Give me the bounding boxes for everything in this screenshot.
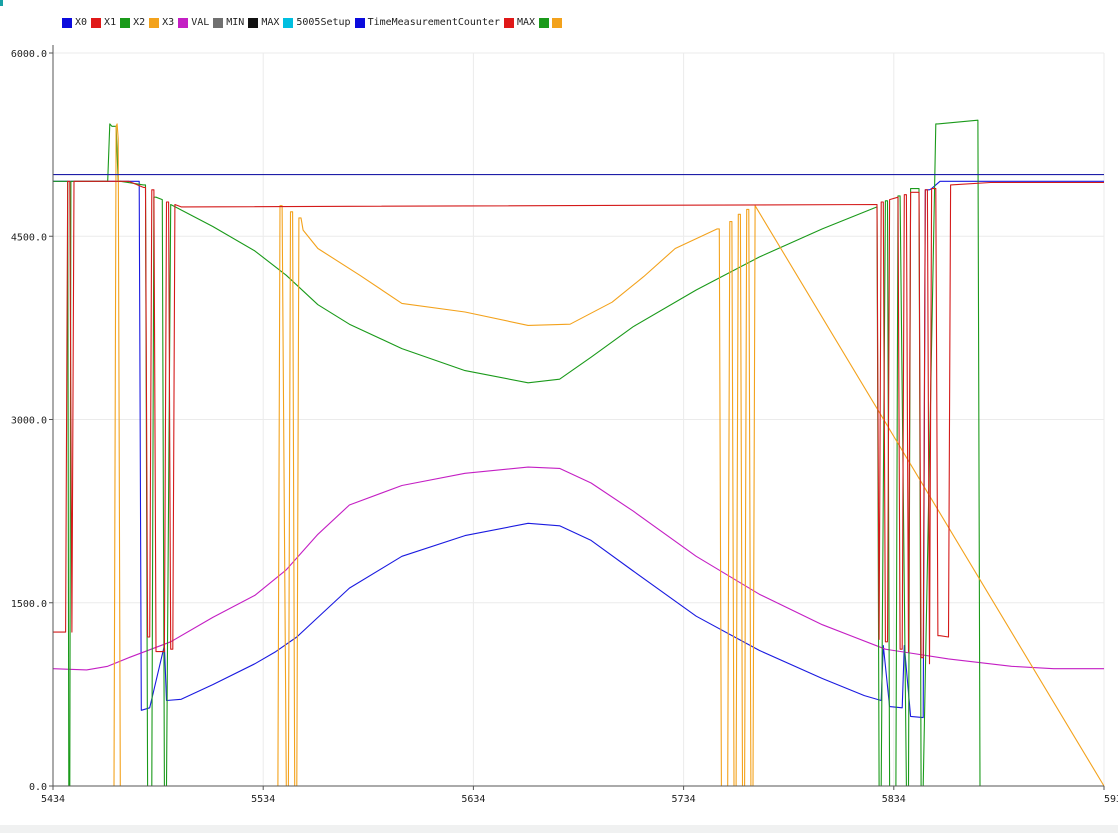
x-tick-label: 5934 <box>1104 794 1118 805</box>
y-tick-label: 3000.0 <box>11 416 47 427</box>
x-tick-label: 5534 <box>251 794 275 805</box>
series-line-val <box>52 466 1104 671</box>
series-line-x3 <box>53 123 1105 787</box>
grid <box>52 52 1105 787</box>
ticks: 0.0 1500.0 3000.0 4500.0 6000.0 5434 5534 5634 5… <box>11 49 1118 805</box>
plot-area: 0.0 1500.0 3000.0 4500.0 6000.0 5434 5534 5634 5… <box>11 45 1118 805</box>
y-tick-label: 6000.0 <box>11 49 47 60</box>
y-tick-label: 0.0 <box>29 782 47 793</box>
series-group <box>52 119 1105 787</box>
y-tick-label: 1500.0 <box>11 599 47 610</box>
bottom-status-bar <box>0 825 1118 833</box>
axes <box>52 45 1104 787</box>
x-tick-label: 5634 <box>461 794 485 805</box>
x-tick-label: 5734 <box>672 794 696 805</box>
x-tick-label: 5434 <box>41 794 65 805</box>
series-line-x1 <box>53 180 1104 665</box>
x-tick-label: 5834 <box>882 794 906 805</box>
y-tick-label: 4500.0 <box>11 232 47 243</box>
